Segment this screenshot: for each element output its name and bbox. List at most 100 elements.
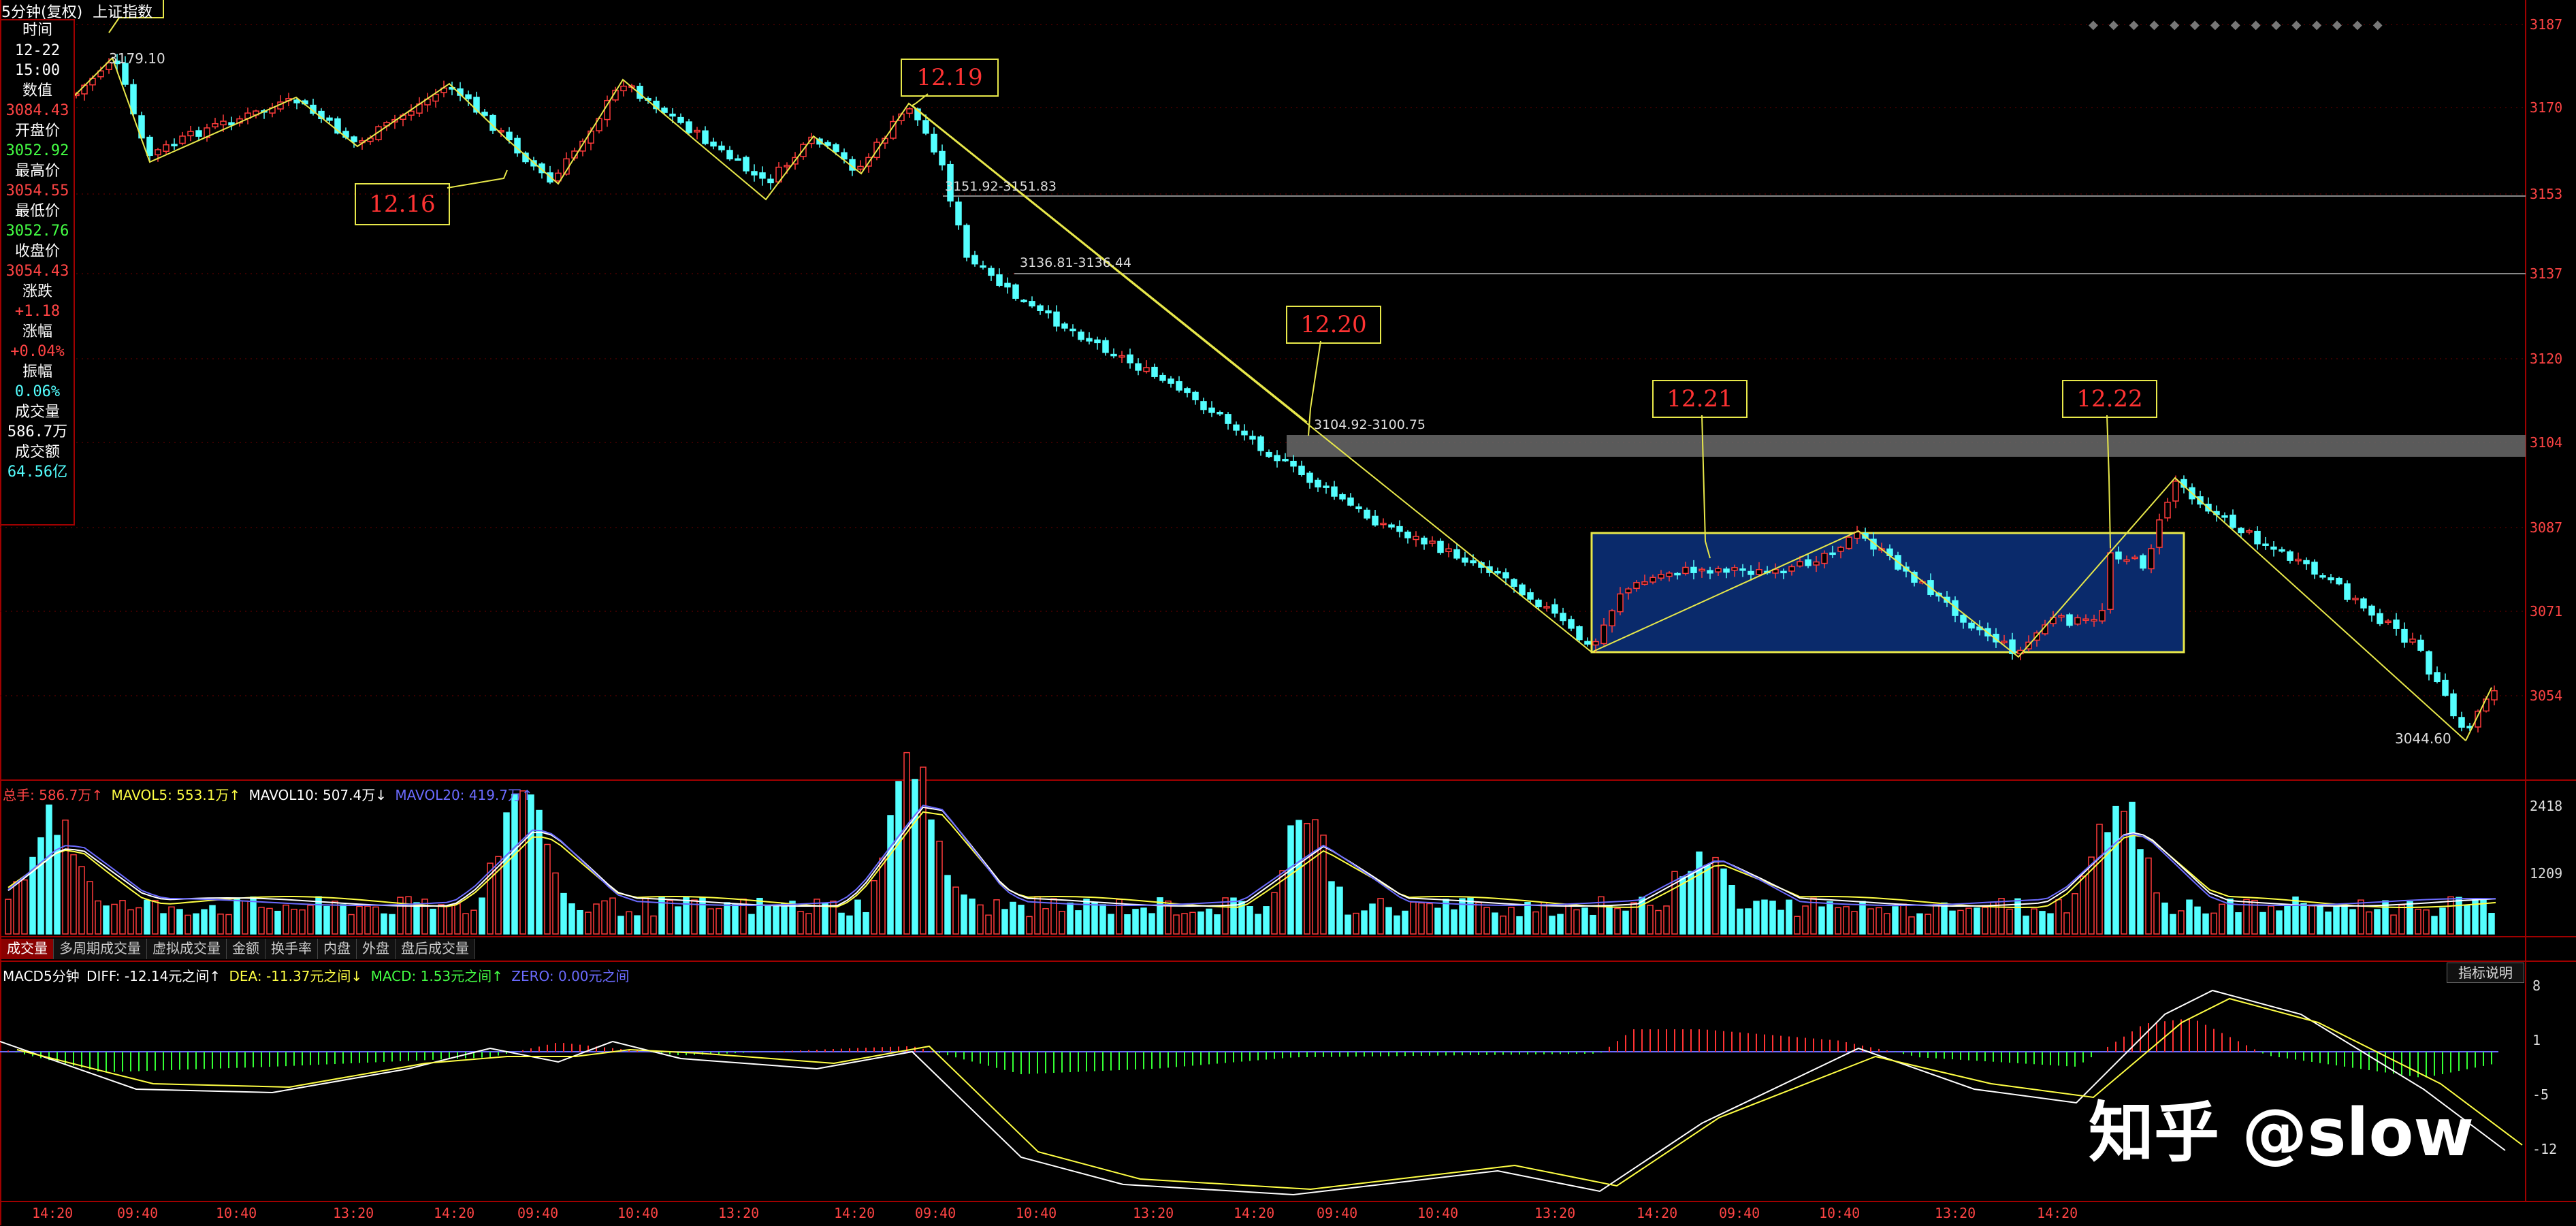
volume-bar (2456, 897, 2462, 935)
candle-body (1797, 561, 1803, 567)
indicator-tab[interactable]: 内盘 (318, 939, 357, 959)
candle-body (1257, 436, 1264, 451)
candle-body (2148, 548, 2155, 570)
volume-bar (1418, 902, 1425, 935)
volume-bar (283, 904, 289, 935)
volume-bar (1483, 907, 1490, 935)
volume-bar (1345, 914, 1351, 935)
candle-body (1298, 466, 1305, 475)
volume-bar (2112, 805, 2119, 935)
volume-bar (617, 916, 624, 935)
volume-bar (2341, 906, 2348, 935)
info-label: 涨幅 (22, 323, 52, 340)
info-label: 成交量 (14, 403, 60, 421)
time-tick: 09:40 (1317, 1205, 1358, 1221)
candle-body (2172, 481, 2179, 502)
candle-body (2409, 639, 2416, 643)
volume-bar (421, 899, 428, 935)
candle-body (1551, 604, 1558, 614)
time-tick: 09:40 (117, 1205, 159, 1221)
volume-bar (544, 843, 551, 935)
volume-bar (2390, 914, 2397, 935)
indicator-tab[interactable]: 外盘 (357, 939, 396, 959)
volume-bar (1148, 913, 1155, 935)
volume-bar (1042, 908, 1049, 935)
indicator-tab[interactable]: 多周期成交量 (54, 939, 147, 959)
volume-bar (1304, 823, 1310, 935)
volume-bar (364, 905, 371, 935)
volume-bar (1320, 835, 1327, 935)
volume-bar (2137, 849, 2144, 935)
volume-bar (1590, 914, 1596, 935)
volume-bar (1246, 906, 1253, 935)
indicator-tab[interactable]: 盘后成交量 (396, 939, 475, 959)
volume-bar (2357, 899, 2364, 935)
volume-bar (1099, 904, 1106, 935)
candle-body (2434, 672, 2441, 683)
volume-bar (1851, 911, 1858, 935)
volume-bar (2006, 908, 2013, 935)
indicator-tab[interactable]: 虚拟成交量 (147, 939, 227, 959)
candle-body (1666, 572, 1673, 577)
volume-bar (1573, 909, 1580, 935)
candle-body (1739, 568, 1746, 571)
candle-body (1290, 460, 1297, 467)
candle-body (1413, 536, 1419, 541)
candle-body (2417, 639, 2424, 651)
volume-bar (773, 905, 779, 935)
volume-bar (634, 915, 641, 935)
volume-bar (201, 909, 208, 935)
toolbar-dots[interactable]: ◆◆◆◆◆◆◆◆◆◆◆◆◆◆◆ (2089, 18, 2394, 32)
candle-body (2328, 577, 2334, 581)
volume-bar (21, 879, 28, 935)
volume-bar (2202, 913, 2209, 935)
volume-bar (2121, 811, 2127, 935)
indicator-tab[interactable]: 成交量 (1, 939, 54, 959)
candle-body (2368, 605, 2375, 616)
volume-bar (430, 908, 436, 935)
candle-body (1323, 485, 1330, 488)
volume-bar (168, 906, 175, 935)
volume-bar (1230, 897, 1237, 935)
mavol5-label: MAVOL5: 553.1万↑ (111, 787, 241, 803)
time-tick: 09:40 (517, 1205, 559, 1221)
candle-body (1396, 526, 1403, 532)
candle-body (784, 165, 790, 167)
candle-body (1355, 506, 1362, 510)
volume-bar (438, 904, 445, 935)
candle-body (2319, 575, 2326, 578)
info-value: 3052.76 (5, 223, 69, 240)
low-price-label: 3044.60 (2395, 730, 2451, 747)
info-value: 0.06% (14, 383, 61, 400)
volume-bar (1786, 899, 1792, 935)
candle-body (1045, 310, 1052, 314)
indicator-tab[interactable]: 换手率 (265, 939, 318, 959)
candle-body (2336, 577, 2342, 585)
time-tick: 13:20 (1534, 1205, 1576, 1221)
volume-bar (928, 819, 935, 935)
candle-body (1380, 522, 1387, 526)
candle-body (1110, 353, 1117, 357)
candle-body (2238, 528, 2244, 534)
indicator-tab[interactable]: 金额 (227, 939, 265, 959)
candle-body (1372, 515, 1379, 526)
volume-bar (1067, 902, 1074, 935)
volume-bar (225, 914, 232, 935)
volume-bar (1696, 851, 1703, 935)
volume-bar (1255, 914, 1261, 935)
candle-body (1037, 305, 1044, 311)
volume-bar (291, 908, 297, 935)
price-tick: 3137 (2530, 265, 2563, 282)
candle-body (726, 150, 733, 160)
volume-bar (846, 915, 853, 935)
volume-bar (2055, 899, 2062, 935)
price-tick: 3187 (2530, 16, 2563, 33)
info-label: 时间 (22, 22, 52, 39)
volume-bar (2129, 801, 2136, 935)
volume-bar (209, 905, 216, 935)
volume-bar (2415, 908, 2421, 935)
volume-bar (37, 837, 44, 935)
indicator-help-button[interactable]: 指标说明 (2447, 963, 2524, 983)
candle-body (2279, 549, 2285, 552)
volume-bar (160, 913, 167, 935)
